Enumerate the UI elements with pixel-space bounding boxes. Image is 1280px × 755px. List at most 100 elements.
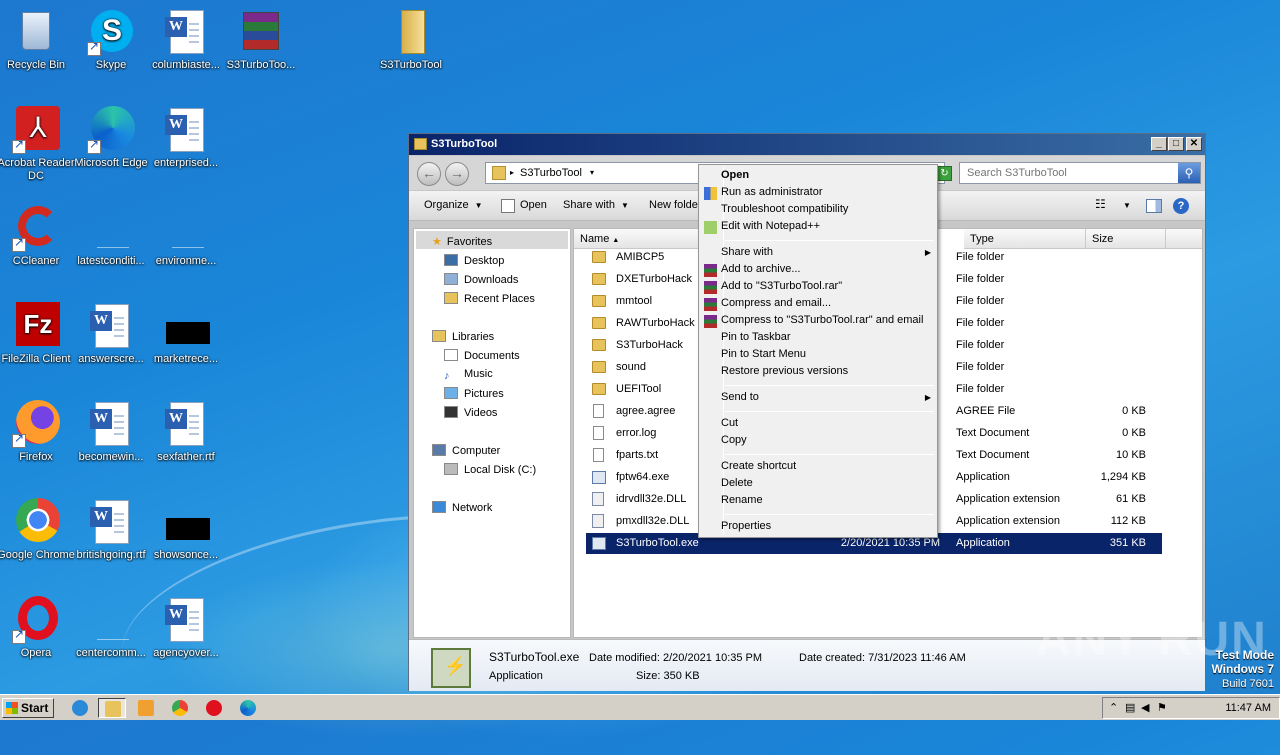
organize-button[interactable]: Organize ▼ [424,199,483,211]
desktop-icon-file[interactable]: centercomm... [72,596,150,660]
file-type: Application extension [956,515,1060,527]
column-name[interactable]: Name ▲ [574,229,699,249]
menu-item[interactable]: Edit with Notepad++ [721,220,820,232]
nav-videos[interactable]: Videos [444,406,497,419]
menu-item[interactable]: Properties [721,520,771,532]
desktop-icon-file[interactable]: environme... [147,204,225,268]
desktop-icon-document[interactable]: W enterprised... [147,106,225,170]
file-size: 112 KB [1110,515,1146,527]
taskbar-edge[interactable] [234,698,262,718]
menu-item[interactable]: Delete [721,477,753,489]
redacted-icon [166,518,210,540]
nav-network[interactable]: Network [432,501,492,514]
desktop-icon-recycle-bin[interactable]: Recycle Bin [0,8,75,72]
menu-item[interactable]: Create shortcut [721,460,796,472]
flag-tray-icon[interactable]: ⚑ [1157,701,1167,714]
file-size: 1,294 KB [1100,471,1146,483]
pictures-icon [444,387,458,399]
nav-recent-places[interactable]: Recent Places [444,292,535,305]
desktop-icon-document[interactable]: W answerscre... [72,302,150,366]
nav-desktop[interactable]: Desktop [444,254,504,267]
menu-item[interactable]: Add to archive... [721,263,801,275]
desktop-icon-document[interactable]: W sexfather.rtf [147,400,225,464]
menu-item[interactable]: Compress to "S3TurboTool.rar" and email [721,314,923,326]
menu-item[interactable]: Send to [721,391,759,403]
folder-icon [105,701,121,717]
taskbar-ie[interactable] [66,698,94,718]
desktop-icon-document[interactable]: W columbiaste... [147,8,225,72]
taskbar-opera[interactable] [200,698,228,718]
clock[interactable]: 11:47 AM [1225,702,1271,714]
desktop-icon-file[interactable]: showsonce... [147,498,225,562]
column-size[interactable]: Size [1086,229,1166,249]
taskbar-chrome[interactable] [166,698,194,718]
nav-music[interactable]: ♪ Music [444,368,493,382]
nav-local-disk[interactable]: Local Disk (C:) [444,463,536,476]
nav-libraries[interactable]: Libraries [432,330,494,343]
refresh-button[interactable]: ↻ [937,166,952,181]
preview-pane-icon[interactable] [1146,199,1162,213]
file-name: S3TurboTool.exe [616,537,699,549]
start-button[interactable]: Start [2,698,54,718]
taskbar-media-player[interactable] [132,698,160,718]
view-options-icon[interactable]: ☷ [1095,197,1106,211]
new-folder-button[interactable]: New folde [649,199,698,211]
nav-computer[interactable]: Computer [432,444,500,457]
nav-documents[interactable]: Documents [444,349,520,362]
share-with-button[interactable]: Share with ▼ [563,199,629,211]
close-button[interactable]: ✕ [1186,137,1202,151]
desktop-icon-opera[interactable]: Opera [0,596,75,660]
desktop-icon-folder[interactable]: S3TurboTool [372,8,450,72]
desktop-icon-skype[interactable]: S Skype [72,8,150,72]
chevron-down-icon[interactable]: ▼ [1123,201,1131,210]
menu-separator [725,514,934,515]
desktop-icon-chrome[interactable]: Google Chrome [0,498,75,562]
menu-item[interactable]: Run as administrator [721,186,823,198]
search-box[interactable]: ⚲ [959,162,1201,184]
menu-item[interactable]: Share with [721,246,773,258]
maximize-button[interactable]: □ [1168,137,1184,151]
search-button[interactable]: ⚲ [1178,163,1200,183]
volume-tray-icon[interactable]: ◀ [1141,701,1149,714]
nav-pictures[interactable]: Pictures [444,387,504,400]
menu-item[interactable]: Copy [721,434,747,446]
dll-icon [592,492,604,506]
desktop-icon-document[interactable]: W agencyover... [147,596,225,660]
exe-icon [592,471,606,484]
menu-separator [725,385,934,386]
network-tray-icon[interactable]: ▤ [1125,701,1135,714]
menu-item[interactable]: Open [721,169,749,181]
chevron-down-icon[interactable]: ▾ [590,168,594,177]
chevron-up-icon[interactable]: ⌃ [1109,701,1118,714]
column-type[interactable]: Type [964,229,1086,249]
desktop-icon-edge[interactable]: Microsoft Edge [72,106,150,170]
desktop-icon-file[interactable]: marketrece... [147,302,225,366]
forward-button[interactable]: → [445,162,469,186]
menu-item[interactable]: Rename [721,494,763,506]
desktop-icon-filezilla[interactable]: Fz FileZilla Client [0,302,75,366]
nav-downloads[interactable]: Downloads [444,273,518,286]
taskbar-explorer[interactable] [98,698,126,718]
minimize-button[interactable]: _ [1151,137,1167,151]
menu-item[interactable]: Troubleshoot compatibility [721,203,848,215]
menu-item[interactable]: Cut [721,417,738,429]
search-input[interactable] [965,164,1175,182]
menu-item[interactable]: Restore previous versions [721,365,848,377]
back-button[interactable]: ← [417,162,441,186]
menu-item[interactable]: Compress and email... [721,297,831,309]
title-bar[interactable]: S3TurboTool _ □ ✕ [409,134,1205,155]
help-icon[interactable]: ? [1173,198,1189,214]
desktop-icon-ccleaner[interactable]: CCleaner [0,204,75,268]
libraries-icon [432,330,446,342]
desktop-icon-file[interactable]: latestconditi... [72,204,150,268]
nav-favorites[interactable]: ★ Favorites [432,235,492,248]
menu-item[interactable]: Pin to Start Menu [721,348,806,360]
desktop-icon-acrobat[interactable]: ⅄ Acrobat Reader DC [0,106,75,183]
desktop-icon-document[interactable]: W becomewin... [72,400,150,464]
menu-item[interactable]: Add to "S3TurboTool.rar" [721,280,842,292]
desktop-icon-rar-archive[interactable]: S3TurboToo... [222,8,300,72]
desktop-icon-document[interactable]: W britishgoing.rtf [72,498,150,562]
open-button[interactable]: Open [520,199,547,211]
desktop-icon-firefox[interactable]: Firefox [0,400,75,464]
menu-item[interactable]: Pin to Taskbar [721,331,791,343]
